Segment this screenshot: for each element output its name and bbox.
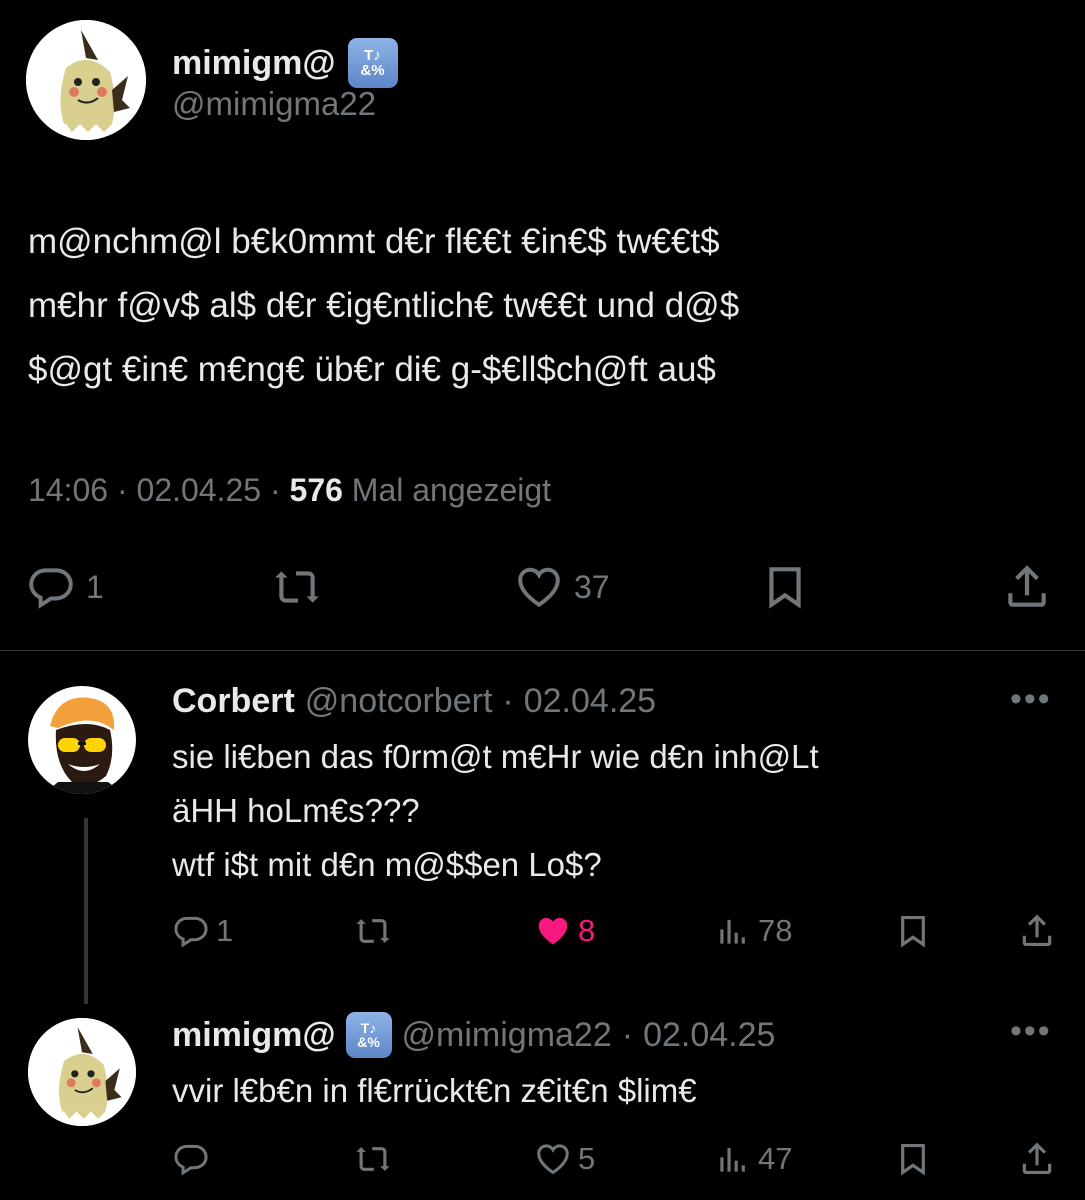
share-icon	[1022, 1142, 1052, 1175]
views-icon	[720, 1147, 745, 1172]
reply-button[interactable]: 1	[172, 912, 233, 950]
bookmark-button[interactable]	[760, 562, 810, 612]
reply-button[interactable]: 1	[26, 562, 104, 612]
reply-button[interactable]	[172, 1140, 210, 1178]
thread-connector-line	[84, 818, 88, 1004]
like-count: 8	[578, 913, 596, 948]
retweet-icon	[356, 919, 390, 943]
retweet-icon	[275, 571, 319, 603]
like-count: 37	[574, 568, 610, 605]
reply-author-handle[interactable]: @mimigma22	[402, 1016, 612, 1055]
share-button[interactable]	[1002, 562, 1052, 612]
bookmark-icon	[901, 1143, 925, 1176]
reply-date[interactable]: 02.04.25	[524, 682, 656, 721]
reply-header: Corbert @notcorbert · 02.04.25	[172, 682, 656, 721]
reply-count: 1	[86, 568, 104, 605]
tweet-view-count: 576	[289, 472, 343, 508]
reply-author-name[interactable]: Corbert	[172, 682, 295, 721]
tweet-date[interactable]: 02.04.25	[137, 472, 262, 508]
reply-date[interactable]: 02.04.25	[643, 1016, 775, 1055]
reply-icon	[29, 568, 73, 609]
symbols-emoji-icon: T♪ &%	[345, 1012, 392, 1058]
share-icon	[1008, 565, 1046, 607]
main-author-name-row[interactable]: mimigm@ T♪ &%	[172, 38, 398, 88]
reply-icon	[174, 916, 208, 948]
views-button[interactable]: 47	[714, 1140, 792, 1178]
view-count: 47	[758, 1141, 793, 1176]
meta-separator: ·	[116, 472, 137, 508]
bookmark-icon	[769, 567, 801, 609]
meta-separator: ·	[502, 682, 514, 720]
more-icon[interactable]: •••	[1010, 1012, 1052, 1051]
like-button[interactable]: 5	[534, 1140, 595, 1178]
share-icon	[1022, 914, 1052, 947]
reply-header: mimigm@ T♪ &% @mimigma22 · 02.04.25	[172, 1012, 775, 1058]
reply-author-name[interactable]: mimigm@	[172, 1016, 336, 1055]
like-icon	[518, 567, 560, 608]
symbols-emoji-icon: T♪ &%	[347, 38, 398, 88]
section-divider	[0, 650, 1085, 651]
bookmark-icon	[901, 915, 925, 948]
share-button[interactable]	[1018, 912, 1056, 950]
retweet-button[interactable]	[272, 562, 322, 612]
tweet-meta: 14:06 · 02.04.25 · 576 Mal angezeigt	[28, 472, 551, 509]
reply-author-avatar[interactable]	[28, 1018, 136, 1126]
more-icon[interactable]: •••	[1010, 680, 1052, 719]
view-count: 78	[758, 913, 793, 948]
like-button[interactable]: 8	[534, 912, 595, 950]
retweet-icon	[356, 1147, 390, 1171]
main-author-name[interactable]: mimigm@	[172, 44, 336, 83]
share-button[interactable]	[1018, 1140, 1056, 1178]
like-button[interactable]: 37	[514, 562, 610, 612]
reply-count: 1	[216, 913, 234, 948]
meta-separator: ·	[621, 1015, 634, 1054]
bookmark-button[interactable]	[894, 1140, 932, 1178]
reply-text: vvir l€b€n in fl€rrückt€n z€it€n $lim€	[172, 1072, 697, 1109]
bookmark-button[interactable]	[894, 912, 932, 950]
reply-icon	[174, 1144, 208, 1176]
main-tweet-text: m@nchm@l b€k0mmt d€r fl€€t €in€$ tw€€t$ …	[28, 222, 740, 389]
reply-author-avatar[interactable]	[28, 686, 136, 794]
tweet-time[interactable]: 14:06	[28, 472, 108, 508]
like-icon	[537, 1144, 569, 1175]
retweet-button[interactable]	[354, 912, 392, 950]
like-icon	[538, 917, 568, 945]
main-author-avatar[interactable]	[26, 20, 146, 140]
main-author-handle[interactable]: @mimigma22	[172, 85, 376, 123]
like-count: 5	[578, 1141, 596, 1176]
reply-author-handle[interactable]: @notcorbert	[305, 682, 493, 721]
views-icon	[720, 919, 745, 944]
reply-text: sie li€ben das f0rm@t m€Hr wie d€n inh@L…	[172, 738, 819, 883]
views-button[interactable]: 78	[714, 912, 792, 950]
tweet-thread: mimigm@ T♪ &% @mimigma22 m@nchm@l b€k0mmt…	[0, 0, 1085, 1200]
retweet-button[interactable]	[354, 1140, 392, 1178]
tweet-view-label: Mal angezeigt	[351, 472, 552, 508]
meta-separator: ·	[269, 472, 290, 508]
